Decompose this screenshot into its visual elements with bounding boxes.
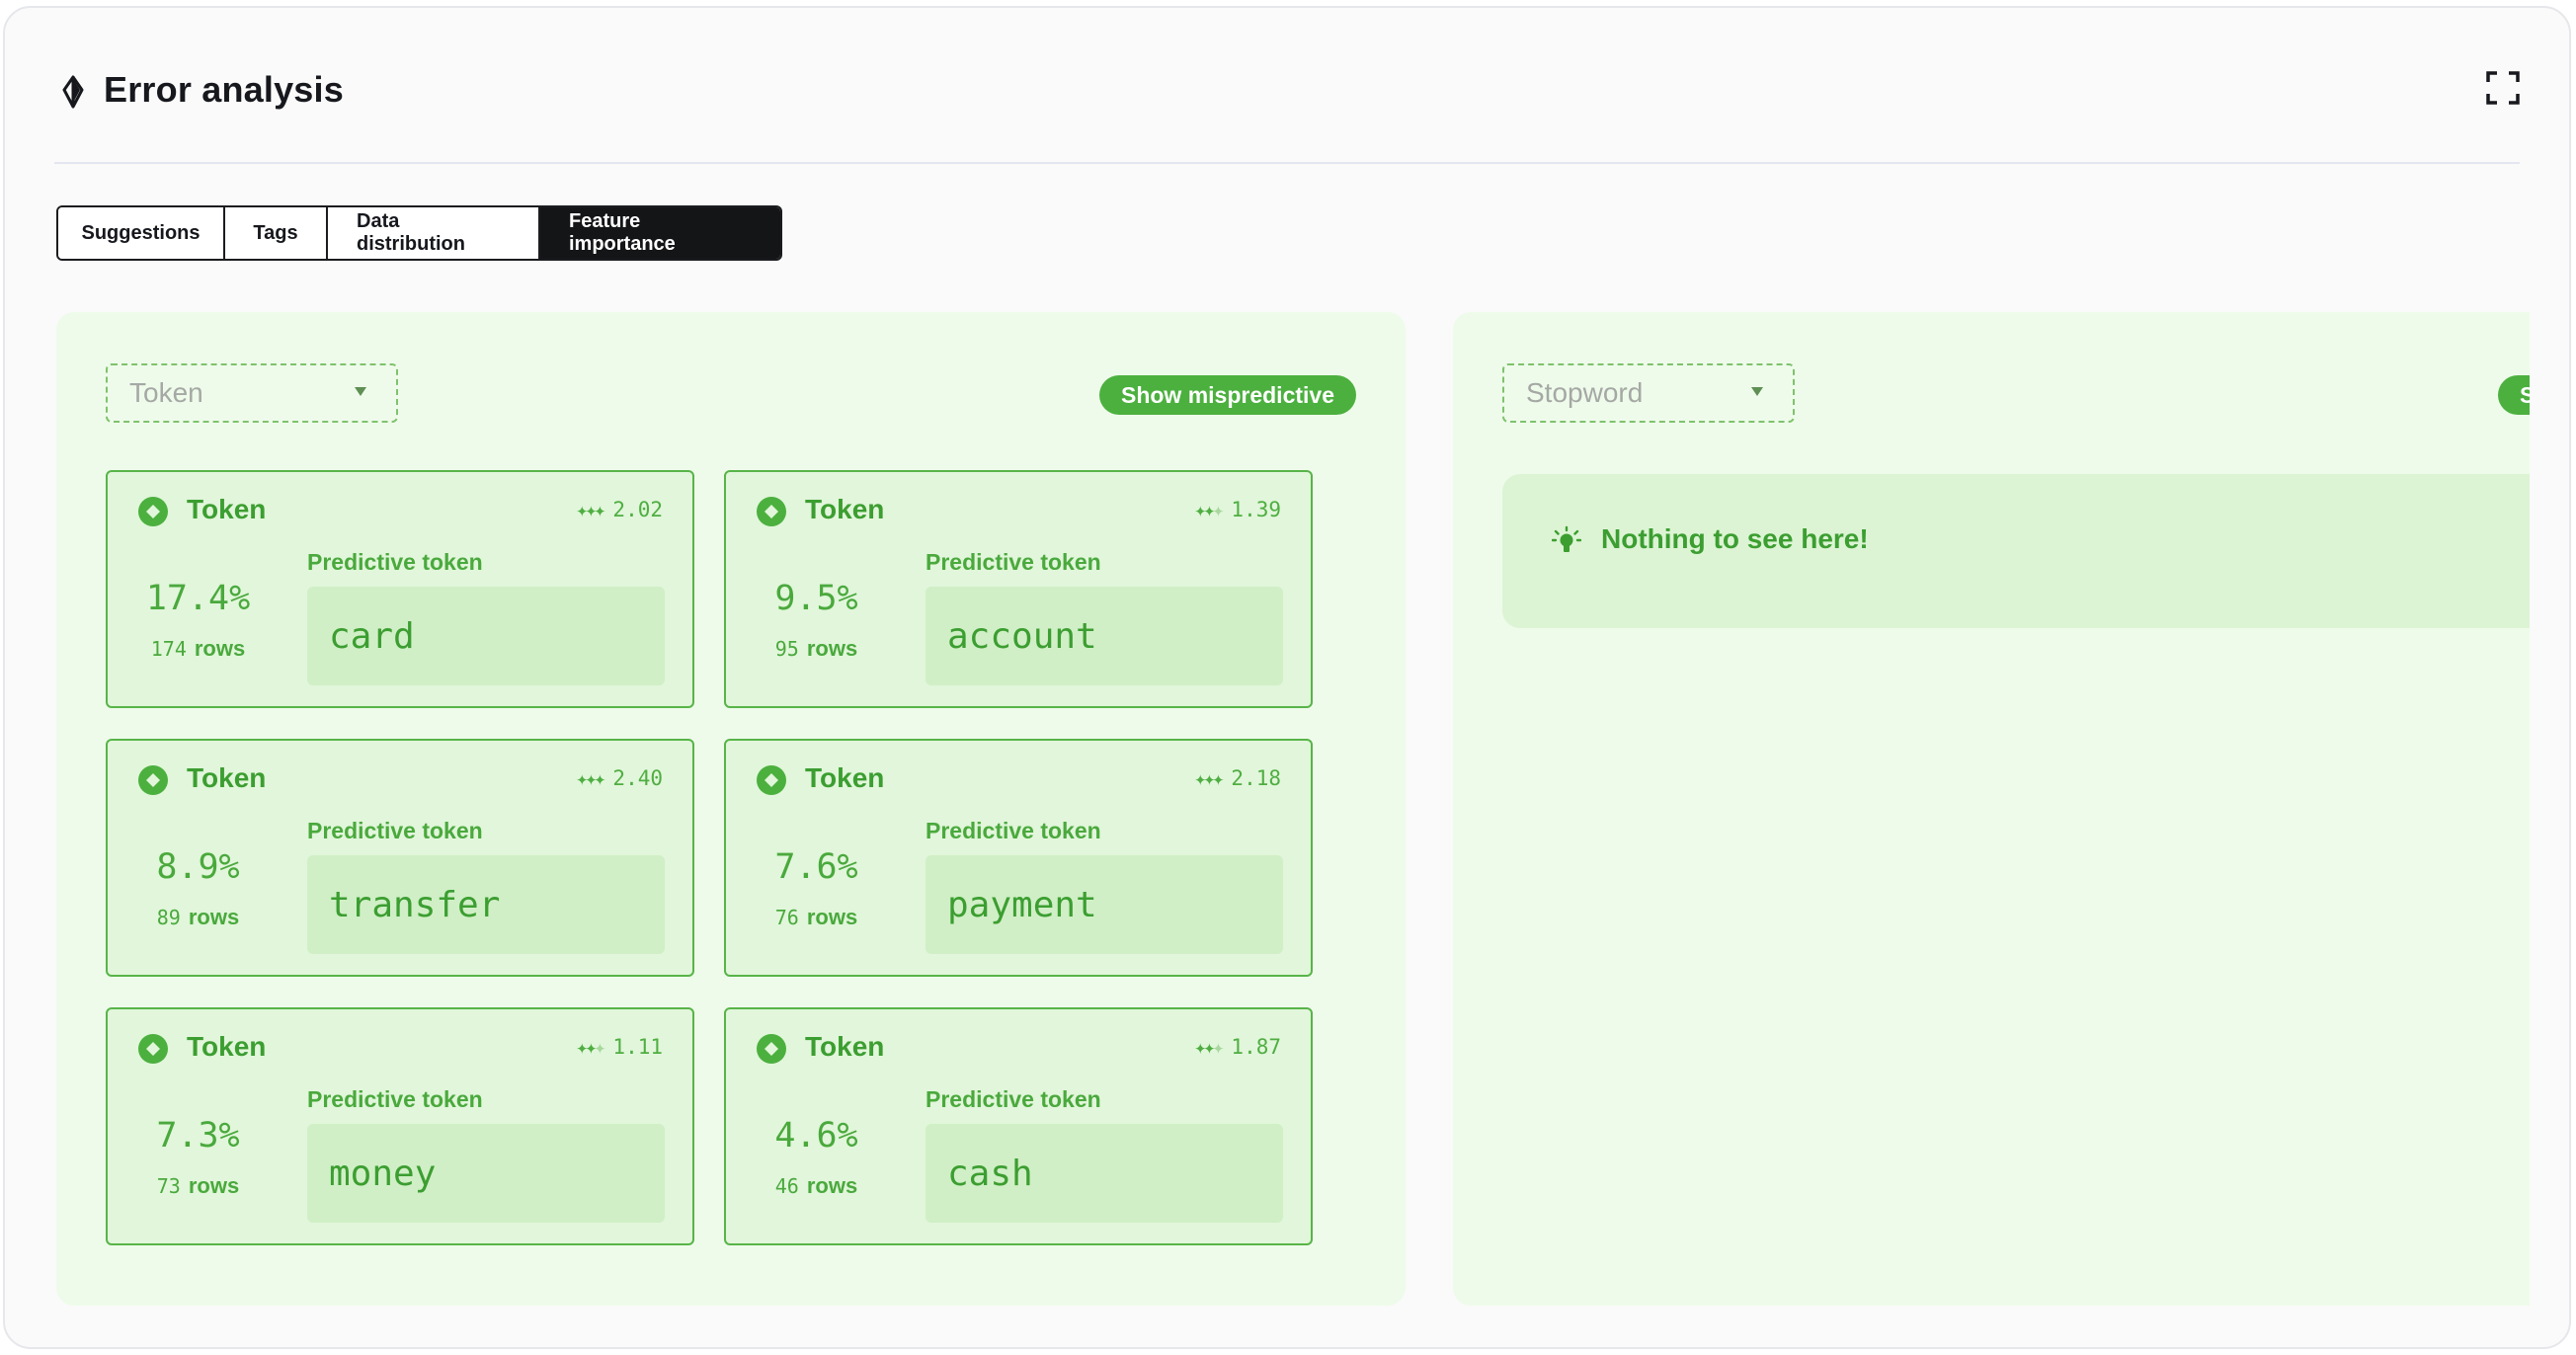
token-panel: Token Show mispredictive Token ✦✦✦ 2.02 … (56, 312, 1406, 1306)
row-count-number: 73 (156, 1174, 181, 1198)
sparkle-rating-icon: ✦✦✦ (1194, 498, 1224, 521)
token-icon (138, 497, 168, 526)
percent-value: 7.6% (774, 847, 858, 887)
sparkle-rating-icon: ✦✦✦ (1194, 766, 1224, 790)
diamond-pin-icon (62, 75, 84, 109)
empty-state: Nothing to see here! (1502, 474, 2530, 628)
row-count: 89 rows (108, 905, 288, 930)
token-card[interactable]: Token ✦✦✦ 1.39 Predictive token 9.5% 95 r… (724, 470, 1313, 708)
predictive-token-label: Predictive token (307, 549, 483, 575)
token-card[interactable]: Token ✦✦✦ 2.18 Predictive token 7.6% 76 r… (724, 739, 1313, 977)
token-card[interactable]: Token ✦✦✦ 2.40 Predictive token 8.9% 89 r… (106, 739, 694, 977)
empty-message: Nothing to see here! (1601, 523, 1869, 554)
sparkle-rating-icon: ✦✦✦ (1194, 1035, 1224, 1059)
row-count-number: 76 (774, 906, 799, 929)
sparkle-rating-icon: ✦✦✦ (576, 1035, 605, 1059)
token-value: card (307, 587, 665, 685)
importance-score: ✦✦✦ 2.40 (576, 766, 663, 790)
page-title: Error analysis (104, 69, 344, 110)
row-count: 73 rows (108, 1173, 288, 1199)
sparkle-rating-icon: ✦✦✦ (576, 766, 605, 790)
card-type-label: Token (805, 1031, 885, 1062)
token-icon (138, 1034, 168, 1064)
token-value: cash (926, 1124, 1283, 1223)
feature-type-dropdown[interactable]: Stopword (1502, 363, 1795, 423)
row-count: 174 rows (108, 636, 288, 662)
score-value: 1.39 (1231, 498, 1281, 521)
percent-value: 17.4% (145, 579, 251, 618)
rows-label: rows (806, 636, 858, 661)
error-analysis-window: Error analysis Suggestions Tags Data dis… (3, 6, 2571, 1349)
score-value: 1.87 (1231, 1035, 1281, 1059)
score-value: 1.11 (612, 1035, 663, 1059)
token-card[interactable]: Token ✦✦✦ 1.87 Predictive token 4.6% 46 r… (724, 1007, 1313, 1245)
token-icon (757, 497, 786, 526)
row-count: 46 rows (726, 1173, 907, 1199)
row-count-number: 174 (150, 637, 187, 661)
rows-label: rows (806, 1173, 858, 1198)
importance-score: ✦✦✦ 1.87 (1194, 1035, 1281, 1059)
token-card[interactable]: Token ✦✦✦ 1.11 Predictive token 7.3% 73 r… (106, 1007, 694, 1245)
token-icon (757, 765, 786, 795)
percent-value: 8.9% (156, 847, 240, 887)
feature-type-dropdown[interactable]: Token (106, 363, 398, 423)
tab-data-distribution[interactable]: Data distribution (328, 207, 540, 259)
percent-value: 7.3% (156, 1116, 240, 1156)
importance-score: ✦✦✦ 1.11 (576, 1035, 663, 1059)
caret-down-icon (355, 387, 366, 396)
predictive-token-label: Predictive token (926, 818, 1101, 843)
predictive-token-label: Predictive token (926, 549, 1101, 575)
tab-feature-importance[interactable]: Feature importance (540, 207, 780, 259)
percent-value: 4.6% (774, 1116, 858, 1156)
score-value: 2.02 (612, 498, 663, 521)
importance-score: ✦✦✦ 1.39 (1194, 498, 1281, 521)
rows-label: rows (806, 905, 858, 929)
row-count-number: 89 (156, 906, 181, 929)
token-value: transfer (307, 855, 665, 954)
card-type-label: Token (805, 494, 885, 524)
tab-bar: Suggestions Tags Data distribution Featu… (56, 205, 782, 261)
token-icon (138, 765, 168, 795)
card-type-label: Token (187, 494, 267, 524)
importance-score: ✦✦✦ 2.18 (1194, 766, 1281, 790)
tab-suggestions[interactable]: Suggestions (58, 207, 225, 259)
token-icon (757, 1034, 786, 1064)
show-mispredictive-toggle[interactable]: Show mispredictive (2498, 375, 2530, 415)
lightbulb-icon (1552, 525, 1581, 552)
predictive-token-label: Predictive token (307, 1086, 483, 1112)
row-count-number: 46 (774, 1174, 799, 1198)
dropdown-value: Token (129, 377, 203, 408)
stopword-panel: Stopword Show mispredictive Nothing to s… (1453, 312, 2530, 1306)
token-value: money (307, 1124, 665, 1223)
show-mispredictive-toggle[interactable]: Show mispredictive (1098, 375, 1356, 415)
token-value: payment (926, 855, 1283, 954)
fullscreen-icon[interactable] (2486, 71, 2520, 105)
row-count-number: 95 (774, 637, 799, 661)
dropdown-value: Stopword (1526, 377, 1644, 408)
predictive-token-label: Predictive token (926, 1086, 1101, 1112)
importance-score: ✦✦✦ 2.02 (576, 498, 663, 521)
sparkle-rating-icon: ✦✦✦ (576, 498, 605, 521)
token-card[interactable]: Token ✦✦✦ 2.02 Predictive token 17.4% 17… (106, 470, 694, 708)
percent-value: 9.5% (774, 579, 858, 618)
row-count: 76 rows (726, 905, 907, 930)
tab-tags[interactable]: Tags (225, 207, 328, 259)
card-type-label: Token (187, 1031, 267, 1062)
rows-label: rows (188, 1173, 240, 1198)
caret-down-icon (1751, 387, 1763, 396)
predictive-token-label: Predictive token (307, 818, 483, 843)
score-value: 2.40 (612, 766, 663, 790)
token-value: account (926, 587, 1283, 685)
rows-label: rows (194, 636, 246, 661)
row-count: 95 rows (726, 636, 907, 662)
score-value: 2.18 (1231, 766, 1281, 790)
rows-label: rows (188, 905, 240, 929)
card-type-label: Token (187, 762, 267, 793)
header: Error analysis (54, 45, 2520, 164)
card-type-label: Token (805, 762, 885, 793)
